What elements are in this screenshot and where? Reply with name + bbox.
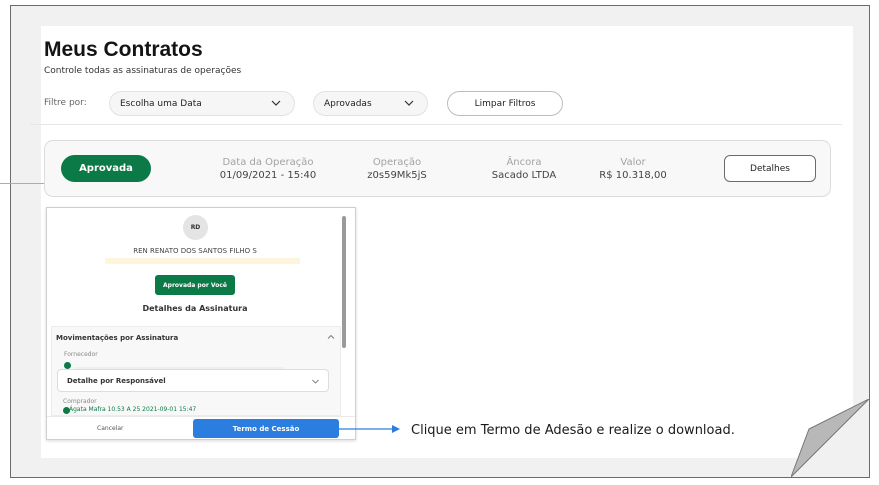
- page-title: Meus Contratos: [44, 38, 203, 61]
- approved-by-you-badge: Aprovada por Você: [155, 275, 235, 295]
- value-amount: R$ 10.318,00: [599, 170, 667, 181]
- callout-instruction: Clique em Termo de Adesão e realize o do…: [411, 423, 735, 438]
- operation-id-label: Operação: [372, 157, 422, 168]
- anchor-value: Sacado LTDA: [491, 170, 557, 181]
- operation-id-value: z0s59Mk5jS: [367, 170, 427, 181]
- arrow-right-icon: [338, 425, 400, 433]
- modal-scrollbar[interactable]: [342, 216, 346, 348]
- status-filter-value: Aprovadas: [324, 98, 372, 109]
- operation-date: Data da Operação 01/09/2021 - 15:40: [204, 156, 332, 182]
- chevron-down-icon: [404, 100, 414, 106]
- chevron-down-icon: [312, 379, 319, 384]
- signer-name: REN⁠ RENATO DOS SANTOS FILHO S: [133, 247, 257, 255]
- anchor-label: Âncora: [506, 157, 542, 168]
- status-filter-select[interactable]: Aprovadas: [313, 91, 428, 116]
- check-circle-icon: [64, 362, 71, 369]
- value-label: Valor: [620, 157, 646, 168]
- accordion-title: Movimentações por Assinatura: [56, 334, 179, 342]
- accent-line: [0, 183, 44, 184]
- dropdown-label: Detalhe por Responsável: [67, 376, 166, 385]
- value: Valor R$ 10.318,00: [590, 156, 676, 182]
- filter-label: Filtre por:: [44, 98, 87, 108]
- chevron-down-icon: [271, 100, 281, 106]
- divider: [30, 124, 842, 125]
- anchor: Âncora Sacado LTDA: [479, 156, 569, 182]
- cancel-button[interactable]: Cancelar: [97, 425, 123, 432]
- responsible-detail-dropdown[interactable]: Detalhe por Responsável: [57, 369, 329, 392]
- details-button[interactable]: Detalhes: [724, 155, 816, 182]
- chevron-up-icon: [327, 334, 335, 339]
- page-curl-decoration: [791, 399, 869, 477]
- signer-highlight: [105, 258, 300, 264]
- modal-footer: Cancelar Termo de Cessão: [47, 416, 355, 439]
- buyer-label: Comprador: [63, 398, 97, 405]
- supplier-label: Fornecedor: [64, 351, 98, 358]
- date-filter-select[interactable]: Escolha uma Data: [109, 91, 295, 116]
- contract-row: Aprovada Data da Operação 01/09/2021 - 1…: [44, 140, 831, 197]
- operation-id: Operação z0s59Mk5jS: [349, 156, 445, 182]
- page-subtitle: Controle todas as assinaturas de operaçõ…: [44, 66, 242, 76]
- signature-details-modal: RD REN⁠ RENATO DOS SANTOS FILHO S Aprova…: [46, 207, 356, 440]
- status-badge: Aprovada: [61, 155, 151, 182]
- avatar: RD: [183, 215, 208, 240]
- buyer-value: Ágata Mafra 10.53 A 25 2021-09-01 15:47: [69, 406, 197, 413]
- operation-date-value: 01/09/2021 - 15:40: [219, 170, 317, 181]
- clear-filters-button[interactable]: Limpar Filtros: [447, 91, 563, 116]
- signature-details-title: Detalhes da Assinatura: [142, 304, 248, 313]
- operation-date-label: Data da Operação: [222, 157, 314, 168]
- term-of-assignment-button[interactable]: Termo de Cessão: [193, 419, 339, 438]
- date-filter-value: Escolha uma Data: [120, 98, 202, 109]
